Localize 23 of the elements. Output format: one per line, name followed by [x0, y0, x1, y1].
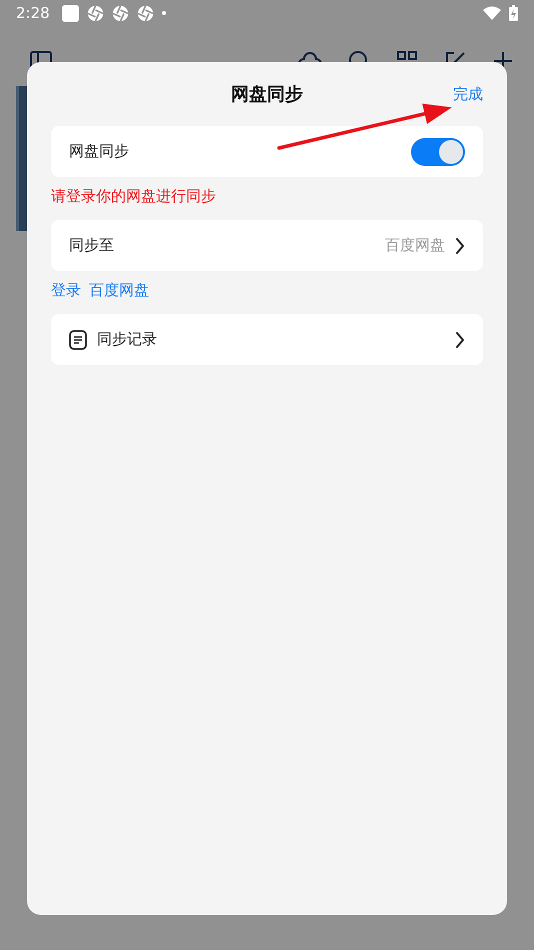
sheet-title: 网盘同步	[231, 83, 303, 106]
login-warning: 请登录你的网盘进行同步	[51, 187, 217, 206]
aperture-icon	[112, 4, 129, 22]
document-icon	[69, 330, 87, 350]
sync-target-value: 百度网盘	[385, 236, 445, 255]
sync-history-row[interactable]: 同步记录	[51, 314, 483, 365]
done-link[interactable]: 完成	[453, 84, 483, 104]
login-link[interactable]: 百度网盘	[89, 281, 149, 300]
chevron-right-icon	[455, 330, 465, 348]
status-time: 2:28	[16, 4, 50, 22]
battery-icon	[509, 5, 518, 21]
sync-label: 网盘同步	[69, 142, 130, 161]
sync-target-row[interactable]: 同步至 百度网盘	[51, 220, 483, 271]
aperture-icon	[136, 4, 154, 22]
sync-target-label: 同步至	[69, 236, 115, 255]
app-icon	[62, 4, 79, 22]
sync-toggle[interactable]	[411, 138, 465, 166]
dot-icon	[162, 11, 166, 15]
sync-history-label: 同步记录	[97, 330, 158, 349]
chevron-right-icon	[455, 236, 465, 254]
wifi-icon	[483, 6, 501, 20]
login-link[interactable]: 登录	[51, 281, 81, 300]
aperture-icon	[86, 4, 104, 22]
